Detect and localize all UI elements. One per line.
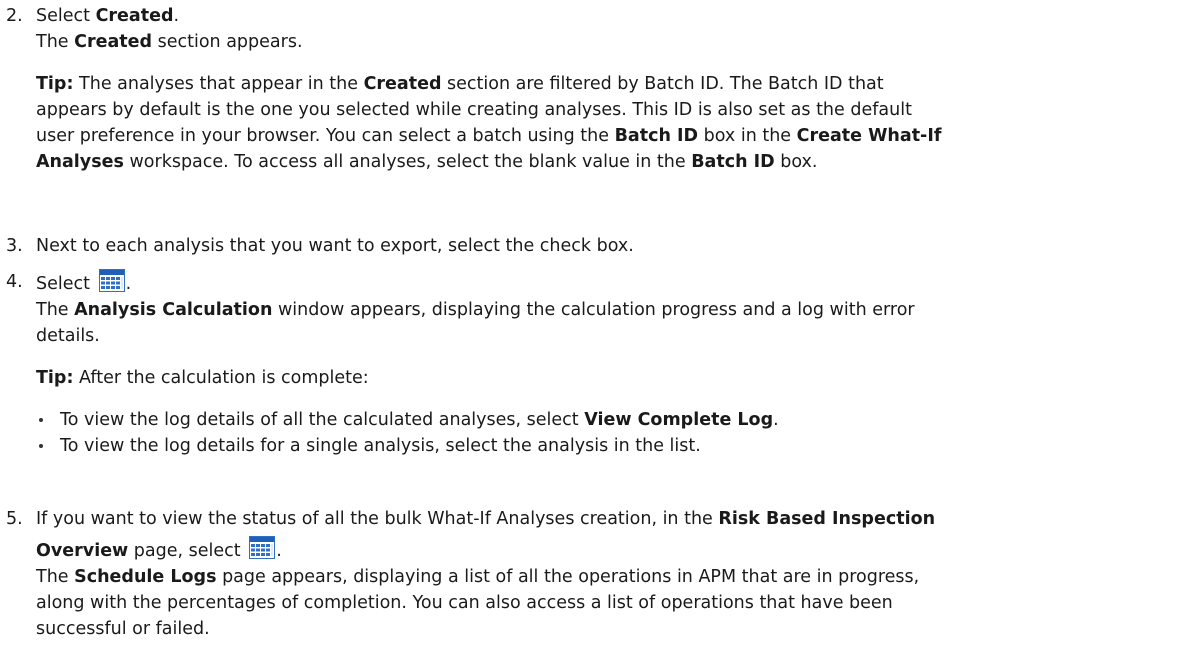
- tip-block: Tip: After the calculation is complete:: [36, 368, 369, 388]
- tip-block: Tip: The analyses that appear in the Cre…: [36, 74, 942, 172]
- calendar-icon[interactable]: [249, 536, 276, 559]
- step-result: The Analysis Calculation window appears,…: [36, 300, 915, 320]
- step-5: 5. If you want to view the status of all…: [6, 506, 1181, 642]
- list-item: To view the log details of all the calcu…: [36, 407, 1181, 433]
- step-number: 4.: [6, 272, 23, 292]
- step-number: 5.: [6, 509, 23, 529]
- step-action: Select .: [36, 269, 1181, 297]
- tip-label: Tip:: [36, 74, 74, 94]
- list-item: To view the log details for a single ana…: [36, 433, 1181, 459]
- step-action: If you want to view the status of all th…: [36, 509, 936, 529]
- tip-label: Tip:: [36, 368, 74, 388]
- step-4: 4. Select . The Analysis Calculation win…: [6, 269, 1181, 459]
- document-page: 2. Select Created. The Created section a…: [0, 0, 1190, 665]
- step-number: 3.: [6, 236, 23, 256]
- step-result: The Schedule Logs page appears, displayi…: [36, 567, 920, 587]
- calendar-icon[interactable]: [98, 269, 125, 292]
- step-action: Select Created.: [36, 6, 180, 26]
- step-3: 3. Next to each analysis that you want t…: [6, 233, 1181, 259]
- step-number: 2.: [6, 6, 23, 26]
- step-text: Next to each analysis that you want to e…: [36, 236, 634, 256]
- step-2: 2. Select Created. The Created section a…: [6, 3, 1181, 175]
- bullet-list: To view the log details of all the calcu…: [36, 407, 1181, 459]
- step-result: The Created section appears.: [36, 32, 303, 52]
